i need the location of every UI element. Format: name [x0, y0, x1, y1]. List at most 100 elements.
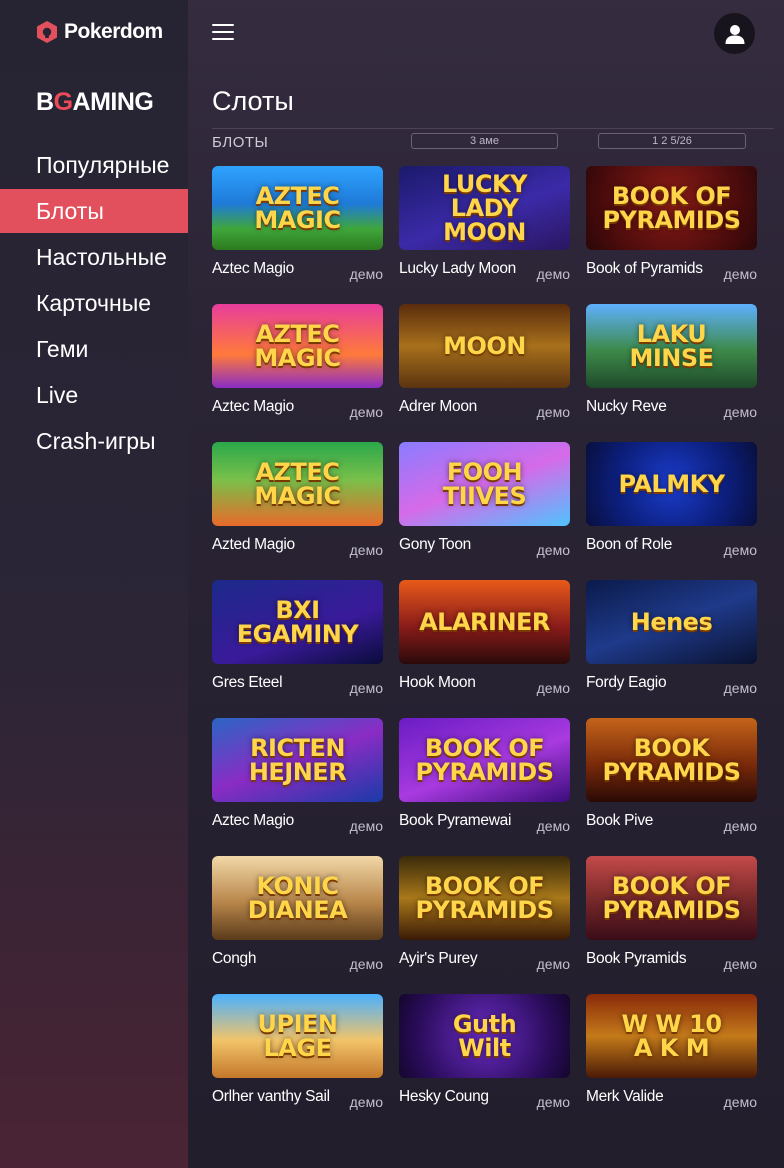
- game-thumbnail[interactable]: AZTEC MAGIC: [212, 166, 383, 250]
- game-thumbnail[interactable]: FOOH TIIVES: [399, 442, 570, 526]
- game-thumbnail[interactable]: W W 10 A K M: [586, 994, 757, 1078]
- game-name[interactable]: Congh: [212, 950, 256, 968]
- game-name[interactable]: Book Pyramewai: [399, 812, 511, 830]
- demo-link[interactable]: демо: [724, 266, 757, 282]
- game-thumbnail[interactable]: KONIC DIANEA: [212, 856, 383, 940]
- game-thumbnail[interactable]: ALARINER: [399, 580, 570, 664]
- demo-link[interactable]: демо: [537, 680, 570, 696]
- game-name[interactable]: Aztec Magio: [212, 260, 294, 278]
- game-name[interactable]: Book of Pyramids: [586, 260, 703, 278]
- game-name[interactable]: Book Pive: [586, 812, 653, 830]
- game-thumbnail[interactable]: AZTEC MAGIC: [212, 442, 383, 526]
- game-name[interactable]: Fordy Eagio: [586, 674, 667, 692]
- demo-link[interactable]: демо: [350, 818, 383, 834]
- game-card[interactable]: AZTEC MAGIC Azted Magio демо: [212, 442, 383, 560]
- demo-link[interactable]: демо: [724, 404, 757, 420]
- demo-link[interactable]: демо: [537, 404, 570, 420]
- game-name[interactable]: Ayir's Purey: [399, 950, 478, 968]
- game-card[interactable]: UPIEN LAGE Orlher vanthy Sail демо: [212, 994, 383, 1112]
- demo-link[interactable]: демо: [724, 542, 757, 558]
- game-card[interactable]: BXI EGAMINY Gres Eteel демо: [212, 580, 383, 698]
- game-card[interactable]: PALMKY Boon of Role демо: [586, 442, 757, 560]
- game-card[interactable]: BOOK OF PYRAMIDS Book Pyramids демо: [586, 856, 757, 974]
- nav-item-label: Crash-игры: [36, 427, 156, 454]
- game-card[interactable]: AZTEC MAGIC Aztec Magio демо: [212, 166, 383, 284]
- game-card[interactable]: LUCKY LADY MOON Lucky Lady Moon демо: [399, 166, 570, 284]
- demo-link[interactable]: демо: [350, 542, 383, 558]
- game-name[interactable]: Adrer Moon: [399, 398, 477, 416]
- nav-item-crash[interactable]: Crash-игры: [0, 419, 188, 463]
- game-thumbnail[interactable]: Henes: [586, 580, 757, 664]
- game-card[interactable]: FOOH TIIVES Gony Toon демо: [399, 442, 570, 560]
- nav-item-table[interactable]: Настольные: [0, 235, 188, 279]
- game-thumbnail[interactable]: PALMKY: [586, 442, 757, 526]
- game-thumbnail[interactable]: MOON: [399, 304, 570, 388]
- game-thumbnail-title: MOON: [443, 332, 526, 360]
- game-name[interactable]: Lucky Lady Moon: [399, 260, 516, 278]
- game-card[interactable]: Guth Wilt Hesky Coung демо: [399, 994, 570, 1112]
- nav-item-cards[interactable]: Карточные: [0, 281, 188, 325]
- game-thumbnail[interactable]: BXI EGAMINY: [212, 580, 383, 664]
- game-card[interactable]: BOOK OF PYRAMIDS Ayir's Purey демо: [399, 856, 570, 974]
- game-name[interactable]: Book Pyramids: [586, 950, 687, 968]
- nav-item-popular[interactable]: Популярные: [0, 143, 188, 187]
- game-name[interactable]: Boon of Role: [586, 536, 672, 554]
- game-thumbnail[interactable]: AZTEC MAGIC: [212, 304, 383, 388]
- game-card[interactable]: ALARINER Hook Moon демо: [399, 580, 570, 698]
- game-card[interactable]: RICTEN HEJNER Aztec Magio демо: [212, 718, 383, 836]
- game-thumbnail[interactable]: BOOK OF PYRAMIDS: [399, 718, 570, 802]
- demo-link[interactable]: демо: [537, 1094, 570, 1110]
- game-name[interactable]: Hesky Coung: [399, 1088, 489, 1106]
- demo-link[interactable]: демо: [350, 1094, 383, 1110]
- game-card[interactable]: BOOK OF PYRAMIDS Book Pyramewai демо: [399, 718, 570, 836]
- game-name[interactable]: Orlher vanthy Sail: [212, 1088, 330, 1106]
- demo-link[interactable]: демо: [350, 680, 383, 696]
- demo-link[interactable]: демо: [724, 956, 757, 972]
- demo-link[interactable]: демо: [350, 956, 383, 972]
- game-card[interactable]: Henes Fordy Eagio демо: [586, 580, 757, 698]
- game-thumbnail[interactable]: UPIEN LAGE: [212, 994, 383, 1078]
- hamburger-icon[interactable]: [212, 24, 234, 42]
- game-card[interactable]: BOOK OF PYRAMIDS Book of Pyramids демо: [586, 166, 757, 284]
- nav-item-slots[interactable]: Блоты: [0, 189, 188, 233]
- game-thumbnail[interactable]: BOOK OF PYRAMIDS: [586, 856, 757, 940]
- game-thumbnail[interactable]: RICTEN HEJNER: [212, 718, 383, 802]
- game-name[interactable]: Aztec Magio: [212, 812, 294, 830]
- user-avatar-button[interactable]: [714, 13, 755, 54]
- game-name[interactable]: Hook Moon: [399, 674, 476, 692]
- game-name[interactable]: Azted Magio: [212, 536, 295, 554]
- game-thumbnail[interactable]: LAKU MINSE: [586, 304, 757, 388]
- game-card[interactable]: KONIC DIANEA Congh демо: [212, 856, 383, 974]
- demo-link[interactable]: демо: [537, 956, 570, 972]
- game-card[interactable]: W W 10 A K M Merk Valide демо: [586, 994, 757, 1112]
- game-card[interactable]: BOOK PYRAMIDS Book Pive демо: [586, 718, 757, 836]
- demo-link[interactable]: демо: [537, 818, 570, 834]
- game-thumbnail[interactable]: BOOK PYRAMIDS: [586, 718, 757, 802]
- game-thumbnail[interactable]: LUCKY LADY MOON: [399, 166, 570, 250]
- game-name[interactable]: Gres Eteel: [212, 674, 283, 692]
- game-card[interactable]: LAKU MINSE Nucky Reve демо: [586, 304, 757, 422]
- demo-link[interactable]: демо: [350, 404, 383, 420]
- game-name[interactable]: Aztec Magio: [212, 398, 294, 416]
- game-name[interactable]: Nucky Reve: [586, 398, 667, 416]
- demo-link[interactable]: демо: [537, 266, 570, 282]
- game-card[interactable]: AZTEC MAGIC Aztec Magio демо: [212, 304, 383, 422]
- game-name[interactable]: Gony Toon: [399, 536, 471, 554]
- game-thumbnail-title: KONIC DIANEA: [247, 872, 348, 924]
- game-thumbnail-title: AZTEC MAGIC: [254, 182, 341, 234]
- nav-item-live[interactable]: Live: [0, 373, 188, 417]
- game-thumbnail[interactable]: Guth Wilt: [399, 994, 570, 1078]
- game-thumbnail[interactable]: BOOK OF PYRAMIDS: [586, 166, 757, 250]
- demo-link[interactable]: демо: [724, 680, 757, 696]
- game-name[interactable]: Merk Valide: [586, 1088, 664, 1106]
- demo-link[interactable]: демо: [724, 1094, 757, 1110]
- game-card[interactable]: MOON Adrer Moon демо: [399, 304, 570, 422]
- demo-link[interactable]: демо: [350, 266, 383, 282]
- nav-item-games[interactable]: Геми: [0, 327, 188, 371]
- filter-dropdown-b[interactable]: 1 2 5/26: [598, 133, 746, 149]
- demo-link[interactable]: демо: [724, 818, 757, 834]
- brand-logo[interactable]: Pokerdom: [36, 20, 163, 44]
- filter-dropdown-a[interactable]: 3 aмe: [411, 133, 558, 149]
- demo-link[interactable]: демо: [537, 542, 570, 558]
- game-thumbnail[interactable]: BOOK OF PYRAMIDS: [399, 856, 570, 940]
